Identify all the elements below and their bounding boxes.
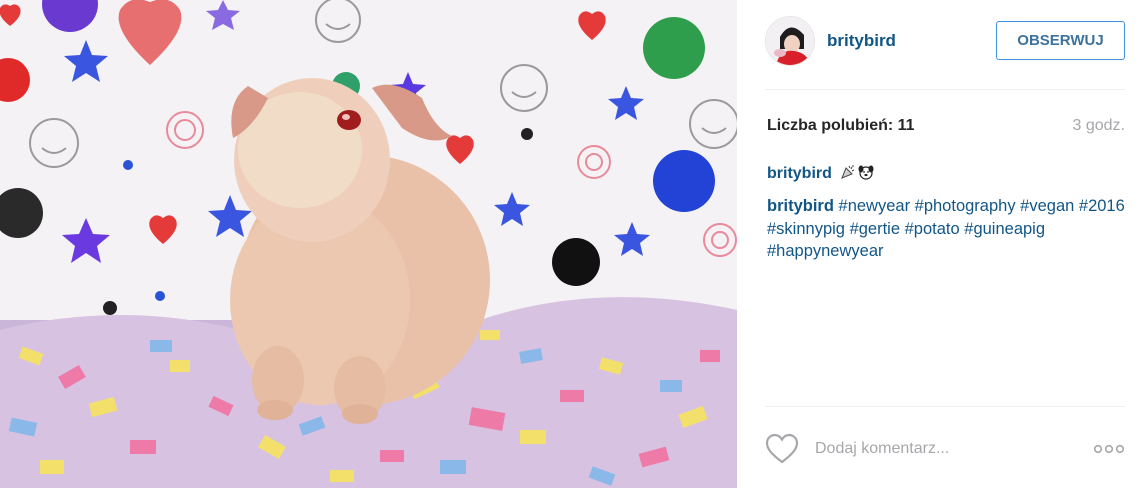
post-image [0,0,737,488]
hashtag-link[interactable]: #photography [915,197,1016,215]
post-photo[interactable] [0,0,737,488]
author-username[interactable]: britybird [827,31,896,51]
post-caption: britybird #newyear #photography #vegan #… [767,195,1127,263]
hashtag-link[interactable]: #newyear [839,197,911,215]
hashtag-link[interactable]: #potato [905,220,960,238]
avatar-image [766,17,814,65]
post-sidebar: britybird OBSERWUJ Liczba polubień: 11 3… [737,0,1138,488]
heart-outline-icon[interactable] [765,433,799,465]
user-avatar[interactable] [765,16,815,66]
likes-row: Liczba polubień: 11 3 godz. [767,117,1125,139]
hashtag-link[interactable]: #vegan [1020,197,1074,215]
dog-face-icon [858,164,874,185]
first-comment: britybird [767,164,874,185]
hashtag-link[interactable]: #skinnypig [767,220,845,238]
hashtag-link[interactable]: #guineapig [964,220,1045,238]
instagram-post: britybird OBSERWUJ Liczba polubień: 11 3… [0,0,1138,488]
follow-button[interactable]: OBSERWUJ [996,21,1125,60]
header-divider [765,89,1125,90]
post-timestamp[interactable]: 3 godz. [1073,117,1125,135]
hashtag-link[interactable]: #happynewyear [767,242,884,260]
comment-input[interactable] [815,438,1055,460]
likes-count[interactable]: Liczba polubień: 11 [767,117,915,135]
comment-username[interactable]: britybird [767,165,832,182]
hashtag-link[interactable]: #2016 [1079,197,1125,215]
post-header: britybird OBSERWUJ [765,14,1125,70]
more-options-icon[interactable] [1093,442,1125,456]
comments-divider [765,406,1125,407]
party-popper-icon [840,164,856,185]
caption-username[interactable]: britybird [767,197,834,215]
hashtag-link[interactable]: #gertie [850,220,900,238]
comment-bar [765,430,1125,470]
